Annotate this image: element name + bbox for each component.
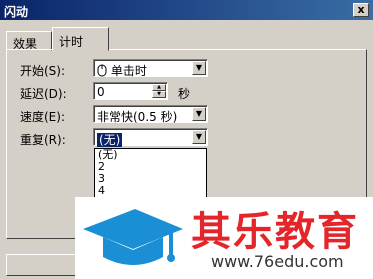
window-title: 闪动 [4,5,29,19]
repeat-selected-value: (无) [97,133,123,147]
start-value: 单击时 [97,62,147,79]
brand-name: 其乐教育 [191,209,359,255]
repeat-value: (无) [97,131,123,148]
tab-timing[interactable]: 计时 [52,27,109,51]
watermark-banner: 其乐教育 www.76edu.com [75,197,373,279]
delay-spin-buttons[interactable]: ▲ ▼ [152,84,166,98]
delay-unit: 秒 [178,87,191,101]
mouse-click-icon [97,64,111,78]
delay-spinner[interactable]: 0 ▲ ▼ [93,82,168,100]
delay-value: 0 [97,85,105,99]
start-value-text: 单击时 [110,64,147,78]
dialog-button-left[interactable] [6,254,86,276]
start-combo[interactable]: 单击时 ▼ [93,59,208,79]
list-item[interactable]: 3 [95,173,206,185]
speed-value: 非常快(0.5 秒) [97,110,178,124]
speed-dropdown-arrow[interactable]: ▼ [192,107,206,121]
list-item[interactable]: 4 [95,185,206,197]
list-item[interactable]: (无) [95,149,206,161]
start-dropdown-arrow[interactable]: ▼ [192,61,206,75]
spin-up-icon[interactable]: ▲ [152,84,166,91]
list-item[interactable]: 2 [95,161,206,173]
start-label: 开始(S): [20,64,66,78]
speed-label: 速度(E): [20,110,65,124]
repeat-dropdown-arrow[interactable]: ▼ [192,130,206,144]
repeat-dropdown-list[interactable]: (无) 2 3 4 [94,148,207,203]
title-bar: 闪动 x [0,0,373,20]
speed-combo[interactable]: 非常快(0.5 秒) ▼ [93,105,208,124]
delay-label: 延迟(D): [20,87,67,101]
spin-down-icon[interactable]: ▼ [152,91,166,98]
repeat-label: 重复(R): [20,133,66,147]
tab-timing-label: 计时 [59,35,84,49]
graduation-cap-icon [83,209,183,265]
repeat-combo[interactable]: (无) ▼ [93,128,208,148]
close-button[interactable]: x [353,3,369,17]
tab-effect[interactable]: 效果 [6,31,52,51]
brand-url: www.76edu.com [211,252,344,271]
